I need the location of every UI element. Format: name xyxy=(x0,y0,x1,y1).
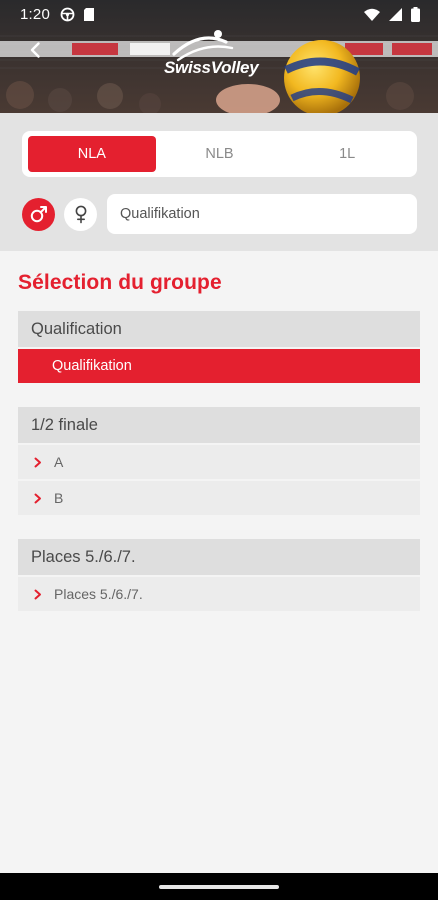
system-navigation-bar xyxy=(0,873,438,900)
tab-nlb[interactable]: NLB xyxy=(156,136,284,172)
group-header: Places 5./6./7. xyxy=(18,539,420,575)
swissvolley-logo: SwissVolley xyxy=(160,28,280,84)
logo-text: SwissVolley xyxy=(164,58,259,77)
back-button[interactable] xyxy=(18,32,54,68)
group-item-label: B xyxy=(54,490,64,506)
battery-icon xyxy=(411,6,420,22)
status-system-icons xyxy=(364,6,420,22)
group-header: Qualification xyxy=(18,311,420,347)
group-semifinal: 1/2 finale A B xyxy=(18,407,420,515)
signal-icon xyxy=(389,7,402,21)
gender-phase-row: Qualifikation xyxy=(22,194,417,234)
group-item-b[interactable]: B xyxy=(18,481,420,515)
group-places-5-6-7: Places 5./6./7. Places 5./6./7. xyxy=(18,539,420,611)
sd-card-icon xyxy=(84,7,94,21)
female-symbol-icon xyxy=(75,205,86,224)
chevron-right-icon xyxy=(34,493,44,504)
league-tabs: NLA NLB 1L xyxy=(22,131,417,177)
group-qualification: Qualification Qualifikation xyxy=(18,311,420,383)
wifi-icon xyxy=(364,8,380,21)
female-toggle-button[interactable] xyxy=(64,197,97,231)
status-time: 1:20 xyxy=(20,5,50,23)
filter-panel: NLA NLB 1L Qualifikation xyxy=(0,113,438,251)
chevron-right-icon xyxy=(34,457,44,468)
group-item-label: Places 5./6./7. xyxy=(54,586,143,602)
section-title: Sélection du groupe xyxy=(18,271,222,294)
group-header: 1/2 finale xyxy=(18,407,420,443)
screen: SwissVolley 1:20 NLA NLB 1L Qualifikatio… xyxy=(0,0,438,900)
group-selection-content: Sélection du groupe Qualification Qualif… xyxy=(0,251,438,873)
arrow-left-icon xyxy=(30,42,40,58)
group-item-a[interactable]: A xyxy=(18,445,420,479)
group-item-label: A xyxy=(54,454,64,470)
male-toggle-button[interactable] xyxy=(22,197,55,231)
steering-wheel-icon xyxy=(60,7,75,21)
chevron-right-icon xyxy=(34,589,44,600)
tab-nla[interactable]: NLA xyxy=(28,136,156,172)
status-notification-icons xyxy=(60,7,95,22)
phase-select[interactable]: Qualifikation xyxy=(107,194,417,234)
male-symbol-icon xyxy=(30,206,47,223)
group-item-label: Qualifikation xyxy=(52,358,132,374)
group-item-qualifikation[interactable]: Qualifikation xyxy=(18,349,420,383)
status-bar: 1:20 xyxy=(0,0,438,28)
group-list: Qualification Qualifikation 1/2 finale A xyxy=(18,311,420,635)
group-item-places-5-6-7[interactable]: Places 5./6./7. xyxy=(18,577,420,611)
tab-1l[interactable]: 1L xyxy=(283,136,411,172)
home-gesture-handle[interactable] xyxy=(159,884,279,889)
